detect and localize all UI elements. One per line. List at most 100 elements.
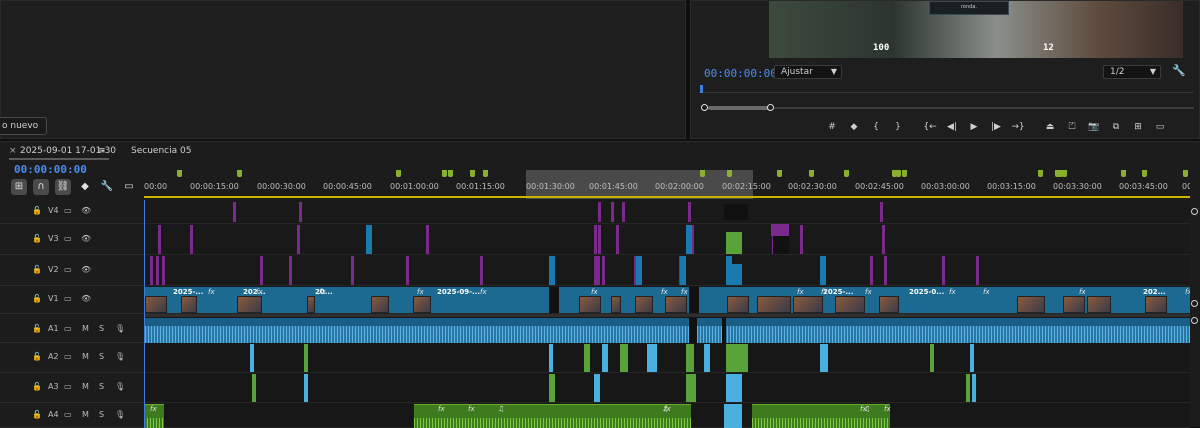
adjustment-clip[interactable] — [597, 256, 600, 285]
video-clip[interactable] — [636, 256, 642, 285]
audio-clip[interactable] — [304, 344, 308, 372]
sequence-marker[interactable] — [727, 170, 732, 177]
sequence-marker[interactable] — [896, 170, 901, 177]
sequence-marker[interactable] — [777, 170, 782, 177]
sequence-marker[interactable] — [483, 170, 488, 177]
adjustment-clip[interactable] — [800, 225, 803, 254]
new-item-button[interactable]: o nuevo — [0, 117, 48, 135]
lock-icon[interactable]: 🔓 — [32, 324, 42, 333]
audio-clip[interactable] — [549, 344, 553, 372]
program-timecode[interactable]: 00:00:00:00 — [704, 67, 777, 80]
mic-icon[interactable]: 🎙 — [115, 352, 125, 361]
vertical-scrollbar[interactable] — [1190, 200, 1200, 428]
track-area[interactable]: 2025-... 202... 20... 2025-09-... 2025-... 20… — [144, 200, 1190, 428]
adjustment-clip[interactable] — [289, 256, 292, 285]
eye-icon[interactable]: 👁 — [81, 234, 91, 243]
audio-clip[interactable] — [686, 374, 696, 402]
sequence-marker[interactable] — [1142, 170, 1147, 177]
safe-margins-icon[interactable]: ▭ — [1149, 120, 1171, 134]
track-lane[interactable] — [144, 224, 1190, 255]
timeline-timecode[interactable]: 00:00:00:00 — [14, 163, 87, 176]
lock-icon[interactable]: 🔓 — [32, 206, 42, 215]
comparison-icon[interactable]: ⧉ — [1105, 120, 1127, 134]
adjustment-clip[interactable] — [406, 256, 409, 285]
add-marker-icon[interactable]: ◆ — [77, 179, 93, 195]
track-lane[interactable] — [144, 255, 1190, 286]
audio-clip[interactable] — [144, 318, 1190, 343]
audio-clip[interactable] — [820, 344, 828, 372]
adjustment-clip[interactable] — [622, 202, 625, 222]
add-marker-icon[interactable]: ◆ — [843, 120, 865, 134]
captions-icon[interactable]: ▭ — [121, 179, 137, 195]
lift-icon[interactable]: ⏏ — [1039, 120, 1061, 134]
sequence-marker[interactable] — [809, 170, 814, 177]
audio-clip[interactable] — [930, 344, 934, 372]
sequence-marker[interactable] — [396, 170, 401, 177]
adjustment-clip[interactable] — [260, 256, 263, 285]
sync-lock-icon[interactable]: ▭ — [64, 352, 72, 361]
adjustment-clip[interactable] — [480, 256, 483, 285]
video-clip[interactable] — [726, 264, 742, 285]
resolution-dropdown[interactable]: 1/2 ▼ — [1103, 65, 1161, 79]
insert-sequence-icon[interactable]: ⊞ — [11, 179, 27, 195]
track-lane[interactable] — [144, 343, 1190, 373]
audio-clip[interactable] — [724, 404, 742, 428]
program-mini-ruler[interactable] — [699, 85, 1194, 93]
audio-clip[interactable] — [549, 374, 555, 402]
video-clip[interactable] — [366, 225, 372, 254]
sync-lock-icon[interactable]: ▭ — [64, 382, 72, 391]
audio-clip[interactable] — [970, 344, 974, 372]
adjustment-clip[interactable] — [351, 256, 354, 285]
sequence-marker[interactable] — [470, 170, 475, 177]
adjustment-clip[interactable] — [299, 202, 302, 222]
green-screen-clip[interactable] — [726, 232, 742, 254]
adjustment-clip[interactable] — [616, 225, 619, 254]
sequence-marker[interactable] — [844, 170, 849, 177]
audio-clip[interactable] — [584, 344, 590, 372]
lock-icon[interactable]: 🔓 — [32, 410, 42, 419]
time-ruler[interactable]: 00:00 00:00:15:00 00:00:30:00 00:00:45:00 00… — [144, 165, 1190, 199]
scrollbar-right-handle[interactable] — [767, 104, 774, 111]
snap-magnet-icon[interactable]: ∩ — [33, 179, 49, 195]
lock-icon[interactable]: 🔓 — [32, 382, 42, 391]
mute-button[interactable]: M — [82, 352, 89, 361]
adjustment-clip[interactable] — [942, 256, 945, 285]
eye-icon[interactable]: 👁 — [81, 294, 91, 303]
wrench-icon[interactable]: 🔧 — [99, 179, 115, 195]
sync-lock-icon[interactable]: ▭ — [64, 294, 72, 303]
lock-icon[interactable]: 🔓 — [32, 265, 42, 274]
mark-out-icon[interactable]: } — [887, 120, 909, 134]
sync-lock-icon[interactable]: ▭ — [64, 410, 72, 419]
adjustment-clip[interactable] — [882, 225, 885, 254]
sequence-marker[interactable] — [1038, 170, 1043, 177]
adjustment-clip[interactable] — [976, 256, 979, 285]
solo-button[interactable]: S — [99, 352, 104, 361]
audio-clip[interactable] — [620, 344, 628, 372]
black-clip[interactable] — [773, 236, 789, 254]
audio-clip[interactable] — [966, 374, 970, 402]
adjustment-clip[interactable] — [870, 256, 873, 285]
audio-clip[interactable] — [686, 344, 694, 372]
video-clip[interactable]: 2025-... 202... 20... 2025-09-... 2025-... 20… — [144, 287, 1190, 313]
scrollbar-left-handle[interactable] — [701, 104, 708, 111]
adjustment-clip[interactable] — [602, 256, 605, 285]
sequence-marker[interactable] — [1183, 170, 1188, 177]
scroll-handle-top[interactable] — [1191, 208, 1198, 215]
solo-button[interactable]: S — [99, 382, 104, 391]
sync-lock-icon[interactable]: ▭ — [64, 324, 72, 333]
adjustment-clip[interactable] — [190, 225, 193, 254]
mic-icon[interactable]: 🎙 — [115, 410, 125, 419]
video-audio-divider[interactable] — [144, 314, 1190, 317]
tab-other-sequence[interactable]: Secuencia 05 — [131, 146, 191, 156]
step-back-icon[interactable]: ◀| — [941, 120, 963, 134]
mic-icon[interactable]: 🎙 — [115, 324, 125, 333]
fit-dropdown[interactable]: Ajustar ▼ — [774, 65, 842, 79]
close-icon[interactable]: × — [9, 146, 17, 156]
linked-selection-icon[interactable]: ⛓ — [55, 179, 71, 195]
audio-clip[interactable] — [304, 374, 308, 402]
audio-clip[interactable] — [594, 374, 600, 402]
adjustment-clip[interactable] — [880, 202, 883, 222]
mute-button[interactable]: M — [82, 382, 89, 391]
audio-clip[interactable] — [726, 344, 742, 372]
zoom-scrollbar[interactable] — [701, 104, 1194, 111]
